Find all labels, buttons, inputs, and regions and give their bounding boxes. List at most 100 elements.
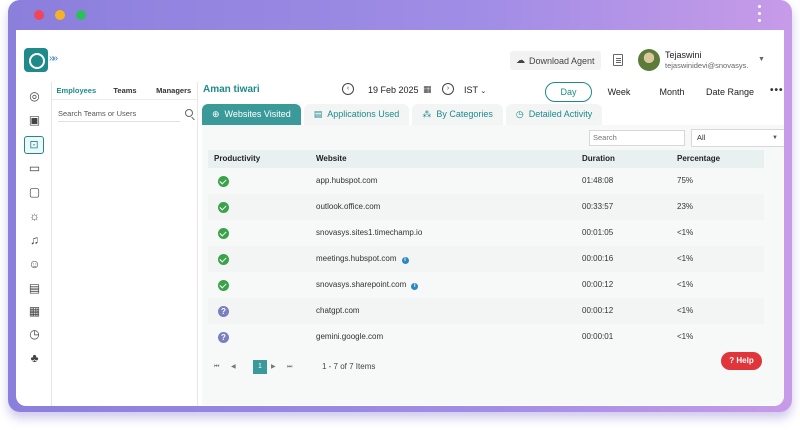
image-icon[interactable]: ▣ [28, 114, 41, 127]
last-page-icon[interactable]: ⏭ [287, 360, 292, 374]
percentage-cell: <1% [677, 254, 694, 263]
search-icon[interactable] [185, 109, 193, 117]
user-name: Tejaswini [665, 50, 702, 60]
website-cell: chatgpt.com [316, 298, 360, 324]
panel-search-input[interactable]: Search Teams or Users [58, 106, 180, 122]
pagination: ⏮ ◀ 1 ▶ ⏭ 1 - 7 of 7 Items [214, 360, 770, 374]
table-row[interactable]: snovasys.sites1.timechamp.io 00:01:05 <1% [208, 220, 764, 246]
info-icon[interactable]: i [411, 283, 419, 290]
next-date-icon[interactable]: › [442, 83, 454, 95]
productive-check-icon [218, 228, 229, 239]
tab-by-categories[interactable]: ⁂ By Categories [412, 104, 503, 125]
table-row[interactable]: ? gemini.google.com 00:00:01 <1% [208, 324, 764, 350]
tab-employees[interactable]: Employees [52, 82, 101, 99]
duration-cell: 00:00:01 [582, 332, 614, 341]
header-duration[interactable]: Duration [582, 150, 615, 168]
range-date-range[interactable]: Date Range [702, 82, 758, 102]
filter-select-value: All [697, 133, 706, 142]
website-cell: outlook.office.com [316, 194, 380, 220]
table-header: Productivity Website Duration Percentage [208, 150, 764, 168]
tab-teams[interactable]: Teams [101, 82, 150, 99]
close-dot[interactable] [34, 10, 44, 20]
website-text: snovasys.sharepoint.com [316, 280, 407, 289]
table-row[interactable]: app.hubspot.com 01:48:08 75% [208, 168, 764, 194]
globe-icon: ⊕ [212, 109, 220, 119]
document-icon[interactable] [613, 54, 623, 66]
table-row[interactable]: outlook.office.com 00:33:57 23% [208, 194, 764, 220]
org-chart-icon[interactable]: ♣ [28, 352, 41, 365]
date-display[interactable]: 19 Feb 2025 [368, 85, 419, 95]
header-website[interactable]: Website [316, 150, 347, 168]
percentage-cell: <1% [677, 306, 694, 315]
current-page[interactable]: 1 [253, 360, 267, 374]
tab-websites-visited[interactable]: ⊕ Websites Visited [202, 104, 301, 125]
filter-select[interactable]: All ▼ [691, 129, 784, 147]
header-productivity[interactable]: Productivity [214, 150, 260, 168]
duration-cell: 00:01:05 [582, 228, 614, 237]
expand-chevron-icon[interactable]: »» [49, 53, 58, 64]
duration-cell: 01:48:08 [582, 176, 614, 185]
percentage-cell: <1% [677, 228, 694, 237]
employee-panel: Employees Teams Managers Search Teams or… [52, 82, 198, 406]
calendar-icon[interactable]: ▦ [28, 305, 41, 318]
tab-applications-used[interactable]: ▤ Applications Used [303, 104, 410, 125]
header-percentage[interactable]: Percentage [677, 150, 720, 168]
timezone-label: IST [464, 85, 478, 95]
activity-tabs: ⊕ Websites Visited ▤ Applications Used ⁂… [202, 104, 603, 125]
lightbulb-icon[interactable]: ☼ [28, 210, 41, 223]
timezone-select[interactable]: IST ⌄ [464, 85, 486, 95]
clock-icon[interactable]: ◷ [28, 328, 41, 341]
prev-page-icon[interactable]: ◀ [231, 360, 236, 374]
chevron-down-icon[interactable]: ▼ [758, 56, 765, 63]
website-text: snovasys.sites1.timechamp.io [316, 228, 423, 237]
category-icon: ⁂ [422, 109, 432, 119]
history-icon: ◷ [515, 109, 524, 119]
item-count: 1 - 7 of 7 Items [322, 362, 376, 371]
calendar-icon[interactable]: ▦ [423, 84, 432, 95]
alarm-icon[interactable]: ♫ [28, 234, 41, 247]
maximize-dot[interactable] [76, 10, 86, 20]
app-logo[interactable] [24, 48, 48, 72]
percentage-cell: 75% [677, 176, 694, 185]
info-icon[interactable]: i [401, 257, 409, 264]
tab-detailed-activity[interactable]: ◷ Detailed Activity [505, 104, 603, 125]
table-search-input[interactable]: Search [589, 130, 685, 146]
percentage-cell: 23% [677, 202, 694, 211]
cloud-download-icon: ☁ [516, 55, 525, 65]
website-text: meetings.hubspot.com [316, 254, 397, 263]
more-options-icon[interactable]: ••• [770, 85, 784, 96]
table-row[interactable]: meetings.hubspot.com i 00:00:16 <1% [208, 246, 764, 272]
panel-tabs: Employees Teams Managers [52, 82, 198, 100]
window-icon: ▤ [313, 109, 323, 119]
range-week[interactable]: Week [595, 82, 643, 102]
activity-icon[interactable]: ⊡ [24, 136, 44, 154]
tab-label: Applications Used [327, 109, 400, 119]
window-controls [34, 10, 86, 20]
minimize-dot[interactable] [55, 10, 65, 20]
website-text: chatgpt.com [316, 306, 360, 315]
prev-date-icon[interactable]: ‹ [342, 83, 354, 95]
table-row[interactable]: ? chatgpt.com 00:00:12 <1% [208, 298, 764, 324]
employee-name: Aman tiwari [203, 84, 260, 95]
tv-icon[interactable]: ▢ [28, 186, 41, 199]
help-button[interactable]: ? Help [721, 352, 762, 370]
table-row[interactable]: snovasys.sharepoint.com i 00:00:12 <1% [208, 272, 764, 298]
first-page-icon[interactable]: ⏮ [214, 360, 219, 374]
window-menu-icon[interactable] [756, 5, 762, 26]
tab-managers[interactable]: Managers [149, 82, 198, 99]
download-agent-button[interactable]: ☁ Download Agent [510, 51, 601, 70]
productive-check-icon [218, 202, 229, 213]
duration-cell: 00:00:16 [582, 254, 614, 263]
tab-label: Detailed Activity [528, 109, 593, 119]
website-text: gemini.google.com [316, 332, 384, 341]
next-page-icon[interactable]: ▶ [271, 360, 276, 374]
range-day[interactable]: Day [545, 82, 592, 102]
monitor-icon[interactable]: ▭ [28, 162, 41, 175]
briefcase-icon[interactable]: ▤ [28, 282, 41, 295]
range-month[interactable]: Month [646, 82, 698, 102]
avatar[interactable] [638, 49, 660, 71]
target-icon[interactable]: ◎ [28, 90, 41, 103]
percentage-cell: <1% [677, 332, 694, 341]
user-icon[interactable]: ☺ [28, 258, 41, 271]
help-icon: ? [729, 356, 735, 365]
